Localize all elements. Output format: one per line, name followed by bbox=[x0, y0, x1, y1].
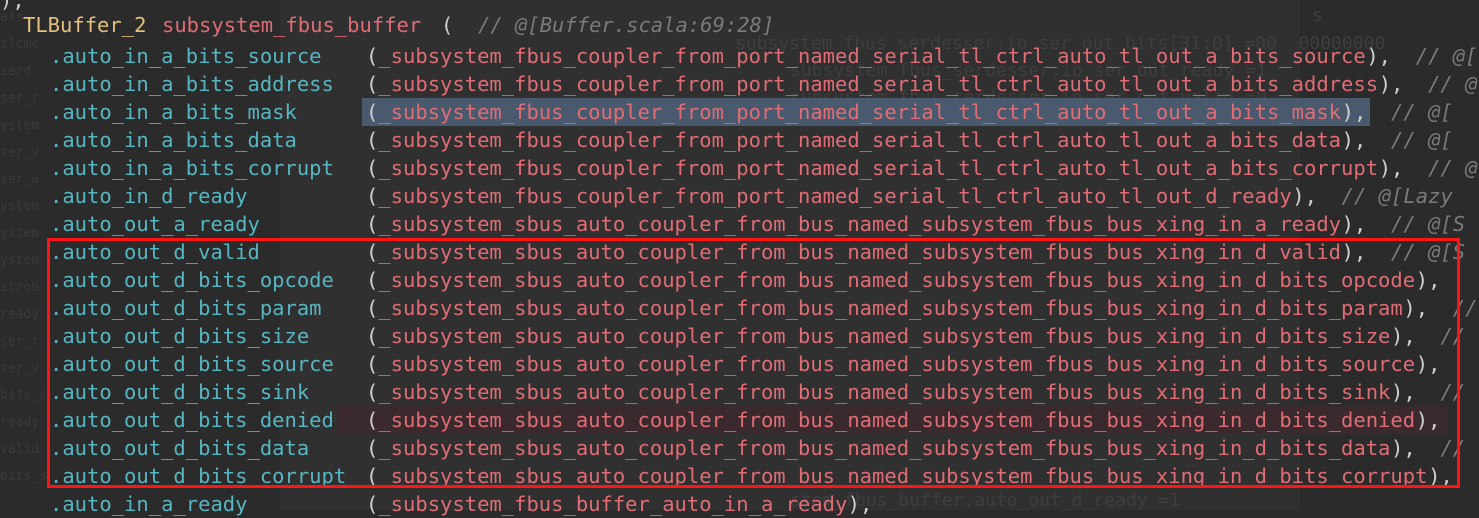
ghost-left-text: bits_s bbox=[0, 388, 47, 403]
ghost-left-text: ready bbox=[0, 307, 40, 322]
ghost-left-text: ready bbox=[0, 415, 40, 430]
port-name: .auto_in_a_bits_source bbox=[50, 44, 322, 68]
close-paren: ), bbox=[847, 492, 873, 516]
open-paren: ( bbox=[366, 212, 379, 236]
code-comment: // @[ bbox=[1391, 100, 1453, 124]
instance-name: subsystem_fbus_buffer bbox=[162, 13, 422, 37]
close-paren: ), bbox=[1378, 72, 1404, 96]
ghost-left-text: ser_r bbox=[0, 334, 40, 349]
port-name: .auto_out_a_ready bbox=[50, 212, 260, 236]
ghost-left-text: valid bbox=[0, 442, 40, 457]
code-comment: // @[Lazy bbox=[1341, 184, 1453, 208]
ghost-left-text: ystem bbox=[0, 199, 40, 214]
signal-name: _subsystem_fbus_coupler_from_port_named_… bbox=[378, 72, 1379, 96]
ghost-text-corner: s bbox=[1312, 5, 1323, 26]
port-name: .auto_in_d_ready bbox=[50, 184, 248, 208]
signal-name: _subsystem_fbus_coupler_from_port_named_… bbox=[378, 128, 1342, 152]
ghost-left-text: bits_s bbox=[0, 469, 47, 484]
ghost-left-text: ystem bbox=[0, 226, 40, 241]
close-paren: ), bbox=[1378, 156, 1404, 180]
open-paren: ( bbox=[441, 13, 454, 37]
port-name: .auto_in_a_ready bbox=[50, 492, 248, 516]
code-comment: // @ bbox=[1428, 72, 1478, 96]
code-comment: // @[ bbox=[1415, 44, 1478, 68]
code-comment: // @ bbox=[1428, 156, 1478, 180]
code-comment: // @[S bbox=[1391, 212, 1466, 236]
ghost-left-text: ystem bbox=[0, 253, 40, 268]
highlight-annotation-box bbox=[47, 238, 1460, 488]
open-paren: ( bbox=[366, 492, 379, 516]
port-name: .auto_in_a_bits_mask bbox=[50, 100, 297, 124]
port-name: .auto_in_a_bits_corrupt bbox=[50, 156, 334, 180]
code-line-header: TLBuffer_2 subsystem_fbus_buffer ( // @[… bbox=[0, 11, 774, 39]
port-name: .auto_in_a_bits_data bbox=[50, 128, 297, 152]
code-comment: // @[ bbox=[1391, 128, 1453, 152]
open-paren: ( bbox=[366, 44, 379, 68]
ghost-left-text: strob bbox=[0, 280, 40, 295]
signal-name: _subsystem_sbus_auto_coupler_from_bus_na… bbox=[378, 212, 1342, 236]
open-paren: ( bbox=[366, 184, 379, 208]
close-paren: ), bbox=[1341, 128, 1367, 152]
code-comment: // @[Buffer.scala:69:28] bbox=[478, 13, 775, 37]
close-paren: ), bbox=[1341, 100, 1367, 124]
signal-name: _subsystem_fbus_coupler_from_port_named_… bbox=[378, 184, 1292, 208]
module-name: TLBuffer_2 bbox=[23, 13, 147, 37]
close-paren: ), bbox=[1366, 44, 1392, 68]
signal-name: _subsystem_fbus_coupler_from_port_named_… bbox=[378, 100, 1342, 124]
open-paren: ( bbox=[366, 72, 379, 96]
signal-name: _subsystem_fbus_coupler_from_port_named_… bbox=[378, 44, 1366, 68]
open-paren: ( bbox=[366, 100, 379, 124]
open-paren: ( bbox=[366, 128, 379, 152]
code-editor[interactable]: subsystem_fbus_serdesser.io_ser_out_bits… bbox=[0, 0, 1479, 516]
ghost-left-text: ser_v bbox=[0, 361, 40, 376]
open-paren: ( bbox=[366, 156, 379, 180]
signal-name: _subsystem_fbus_buffer_auto_in_a_ready bbox=[378, 492, 848, 516]
signal-name: _subsystem_fbus_coupler_from_port_named_… bbox=[378, 156, 1379, 180]
close-paren: ), bbox=[1341, 212, 1367, 236]
close-paren: ), bbox=[1292, 184, 1317, 208]
port-name: .auto_in_a_bits_address bbox=[50, 72, 334, 96]
